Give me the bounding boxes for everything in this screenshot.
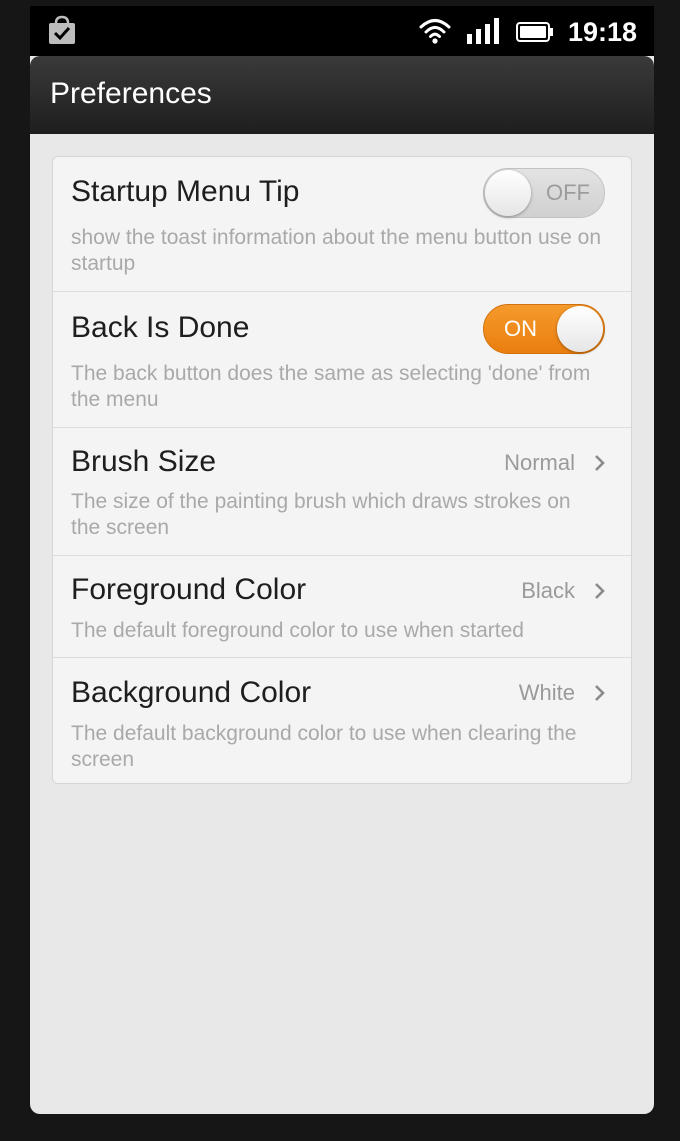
pref-background-color[interactable]: Background Color White The default backg… — [53, 658, 631, 783]
pref-value: Normal — [504, 450, 575, 475]
startup-menu-tip-switch[interactable]: OFF — [483, 168, 605, 218]
pref-title: Back Is Done — [71, 311, 250, 344]
store-icon — [49, 15, 75, 44]
status-bar: 19:18 — [30, 6, 654, 56]
switch-knob — [557, 306, 603, 352]
page-title: Preferences — [50, 77, 212, 110]
pref-title: Startup Menu Tip — [71, 175, 300, 208]
battery-icon — [516, 22, 553, 42]
chevron-right-icon — [595, 583, 605, 599]
switch-state-label: ON — [504, 316, 537, 341]
pref-foreground-color[interactable]: Foreground Color Black The default foreg… — [53, 556, 631, 658]
back-is-done-switch[interactable]: ON — [483, 304, 605, 354]
pref-value: White — [518, 680, 575, 705]
pref-summary: The default foreground color to use when… — [71, 619, 524, 642]
pref-startup-menu-tip[interactable]: Startup Menu Tip show the toast informat… — [53, 157, 631, 292]
preferences-list: Startup Menu Tip show the toast informat… — [52, 156, 632, 784]
pref-brush-size[interactable]: Brush Size Normal The size of the painti… — [53, 428, 631, 556]
pref-summary: The back button does the same as selecti… — [71, 362, 591, 411]
pref-title: Foreground Color — [71, 573, 307, 606]
signal-icon — [467, 18, 499, 44]
chevron-right-icon — [595, 455, 605, 471]
pref-summary: show the toast information about the men… — [71, 226, 602, 275]
chevron-right-icon — [595, 685, 605, 701]
pref-title: Brush Size — [71, 445, 217, 478]
preferences-screen: Preferences Startup Menu Tip show the to… — [30, 56, 654, 1114]
pref-title: Background Color — [71, 676, 312, 709]
action-bar: Preferences — [30, 56, 654, 134]
switch-knob — [485, 170, 531, 216]
pref-back-is-done[interactable]: Back Is Done The back button does the sa… — [53, 292, 631, 428]
switch-state-label: OFF — [546, 180, 590, 205]
status-clock: 19:18 — [568, 17, 638, 47]
pref-value: Black — [521, 578, 575, 603]
wifi-icon — [419, 19, 451, 44]
pref-summary: The default background color to use when… — [71, 722, 577, 771]
pref-summary: The size of the painting brush which dra… — [71, 490, 571, 539]
